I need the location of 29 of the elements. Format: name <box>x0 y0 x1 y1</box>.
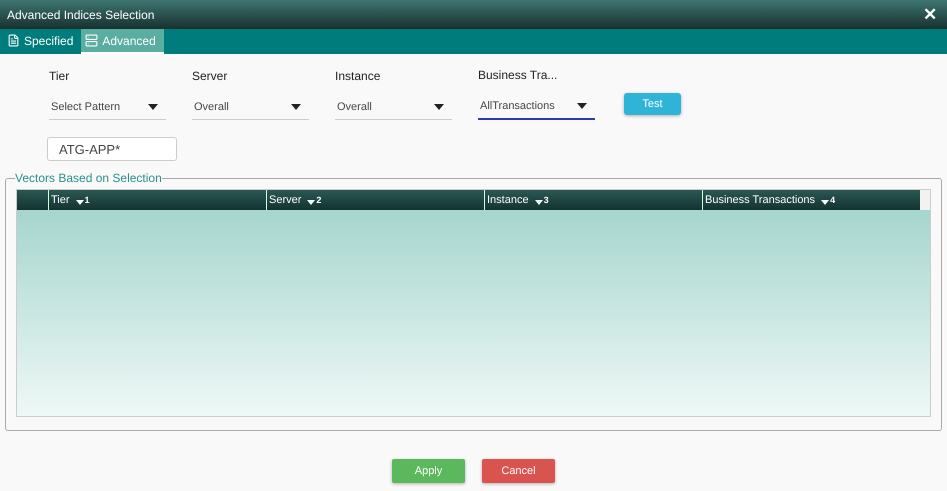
filter-label: Tier <box>49 69 70 85</box>
sort-icon <box>821 200 830 205</box>
caret-icon <box>148 104 158 110</box>
window-title: Advanced Indices Selection <box>7 8 154 22</box>
scrollbar-track <box>920 190 930 210</box>
sort-order: 4 <box>830 195 836 205</box>
tab[interactable]: Specified <box>3 29 82 54</box>
close-button[interactable]: ✕ <box>923 4 937 25</box>
filter-label: Business Tra... <box>478 68 558 84</box>
cancel-button[interactable]: Cancel <box>482 459 555 483</box>
sort-order: 3 <box>544 195 549 205</box>
caret-icon <box>434 104 444 110</box>
caret-icon <box>577 103 587 109</box>
caret-icon <box>291 104 301 110</box>
dropdown[interactable]: Overall <box>335 95 452 120</box>
dropdown[interactable]: Overall <box>192 95 309 120</box>
document-icon <box>7 34 20 47</box>
server-icon <box>85 34 98 47</box>
sort-order: 2 <box>316 195 322 205</box>
sort-icon <box>534 200 543 205</box>
filter-label: Instance <box>335 69 382 85</box>
panel-legend: Vectors Based on Selection <box>15 171 162 185</box>
sort-icon <box>307 200 316 205</box>
sort-icon <box>76 200 84 205</box>
sort-order: 1 <box>84 195 90 205</box>
dropdown[interactable]: AllTransactions <box>478 94 595 120</box>
pattern-field[interactable]: ATG-APP* <box>47 137 177 161</box>
dropdown[interactable]: Select Pattern <box>49 95 166 120</box>
filter-label: Server <box>192 69 228 85</box>
